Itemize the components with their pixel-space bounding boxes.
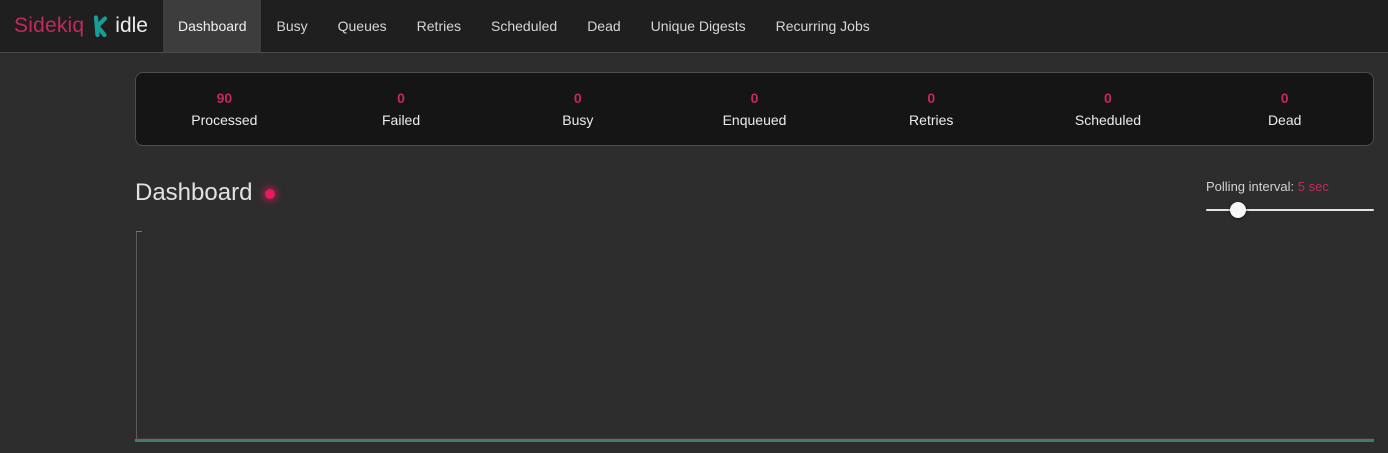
polling-controls: Polling interval: 5 sec — [1206, 179, 1374, 218]
stat-processed-label: Processed — [136, 112, 313, 128]
navbar: Sidekiq idle Dashboard Busy Queues Retri… — [0, 0, 1388, 53]
stat-scheduled-value: 0 — [1020, 90, 1197, 106]
stat-enqueued-label: Enqueued — [666, 112, 843, 128]
tab-unique-digests[interactable]: Unique Digests — [636, 0, 761, 52]
polling-interval-slider[interactable] — [1206, 202, 1374, 218]
polling-label-text: Polling interval: — [1206, 179, 1294, 194]
nav-tabs: Dashboard Busy Queues Retries Scheduled … — [163, 0, 885, 52]
stat-dead: 0 Dead — [1196, 90, 1373, 128]
stat-dead-label: Dead — [1196, 112, 1373, 128]
stat-processed: 90 Processed — [136, 90, 313, 128]
stat-scheduled: 0 Scheduled — [1020, 90, 1197, 128]
stat-enqueued-value: 0 — [666, 90, 843, 106]
graph-processed-line — [135, 439, 1374, 442]
live-beacon-icon — [265, 189, 275, 199]
tab-queues[interactable]: Queues — [323, 0, 402, 52]
stat-failed: 0 Failed — [313, 90, 490, 128]
content: 90 Processed 0 Failed 0 Busy 0 Enqueued … — [135, 72, 1374, 442]
slider-thumb[interactable] — [1230, 202, 1246, 218]
tab-busy[interactable]: Busy — [261, 0, 322, 52]
page-title: Dashboard — [135, 179, 275, 207]
stat-dead-value: 0 — [1196, 90, 1373, 106]
stat-retries-value: 0 — [843, 90, 1020, 106]
stat-failed-label: Failed — [313, 112, 490, 128]
stat-busy: 0 Busy — [489, 90, 666, 128]
realtime-graph — [135, 231, 1374, 442]
stat-retries-label: Retries — [843, 112, 1020, 128]
status-text: idle — [115, 14, 148, 38]
stats-summary-bar: 90 Processed 0 Failed 0 Busy 0 Enqueued … — [135, 72, 1374, 146]
sidekiq-dancer-icon — [91, 14, 108, 38]
stat-retries: 0 Retries — [843, 90, 1020, 128]
stat-busy-value: 0 — [489, 90, 666, 106]
tab-dead[interactable]: Dead — [572, 0, 635, 52]
polling-value: 5 sec — [1298, 179, 1329, 194]
brand-name: Sidekiq — [14, 14, 84, 38]
tab-retries[interactable]: Retries — [402, 0, 476, 52]
stat-scheduled-label: Scheduled — [1020, 112, 1197, 128]
stat-busy-label: Busy — [489, 112, 666, 128]
page-title-text: Dashboard — [135, 179, 252, 207]
page-header: Dashboard Polling interval: 5 sec — [135, 179, 1374, 218]
stat-failed-value: 0 — [313, 90, 490, 106]
graph-y-axis — [136, 231, 137, 442]
stat-enqueued: 0 Enqueued — [666, 90, 843, 128]
brand[interactable]: Sidekiq idle — [0, 0, 148, 52]
tab-scheduled[interactable]: Scheduled — [476, 0, 572, 52]
stat-processed-value: 90 — [136, 90, 313, 106]
polling-label: Polling interval: 5 sec — [1206, 179, 1374, 194]
tab-recurring-jobs[interactable]: Recurring Jobs — [761, 0, 885, 52]
tab-dashboard[interactable]: Dashboard — [163, 0, 262, 52]
